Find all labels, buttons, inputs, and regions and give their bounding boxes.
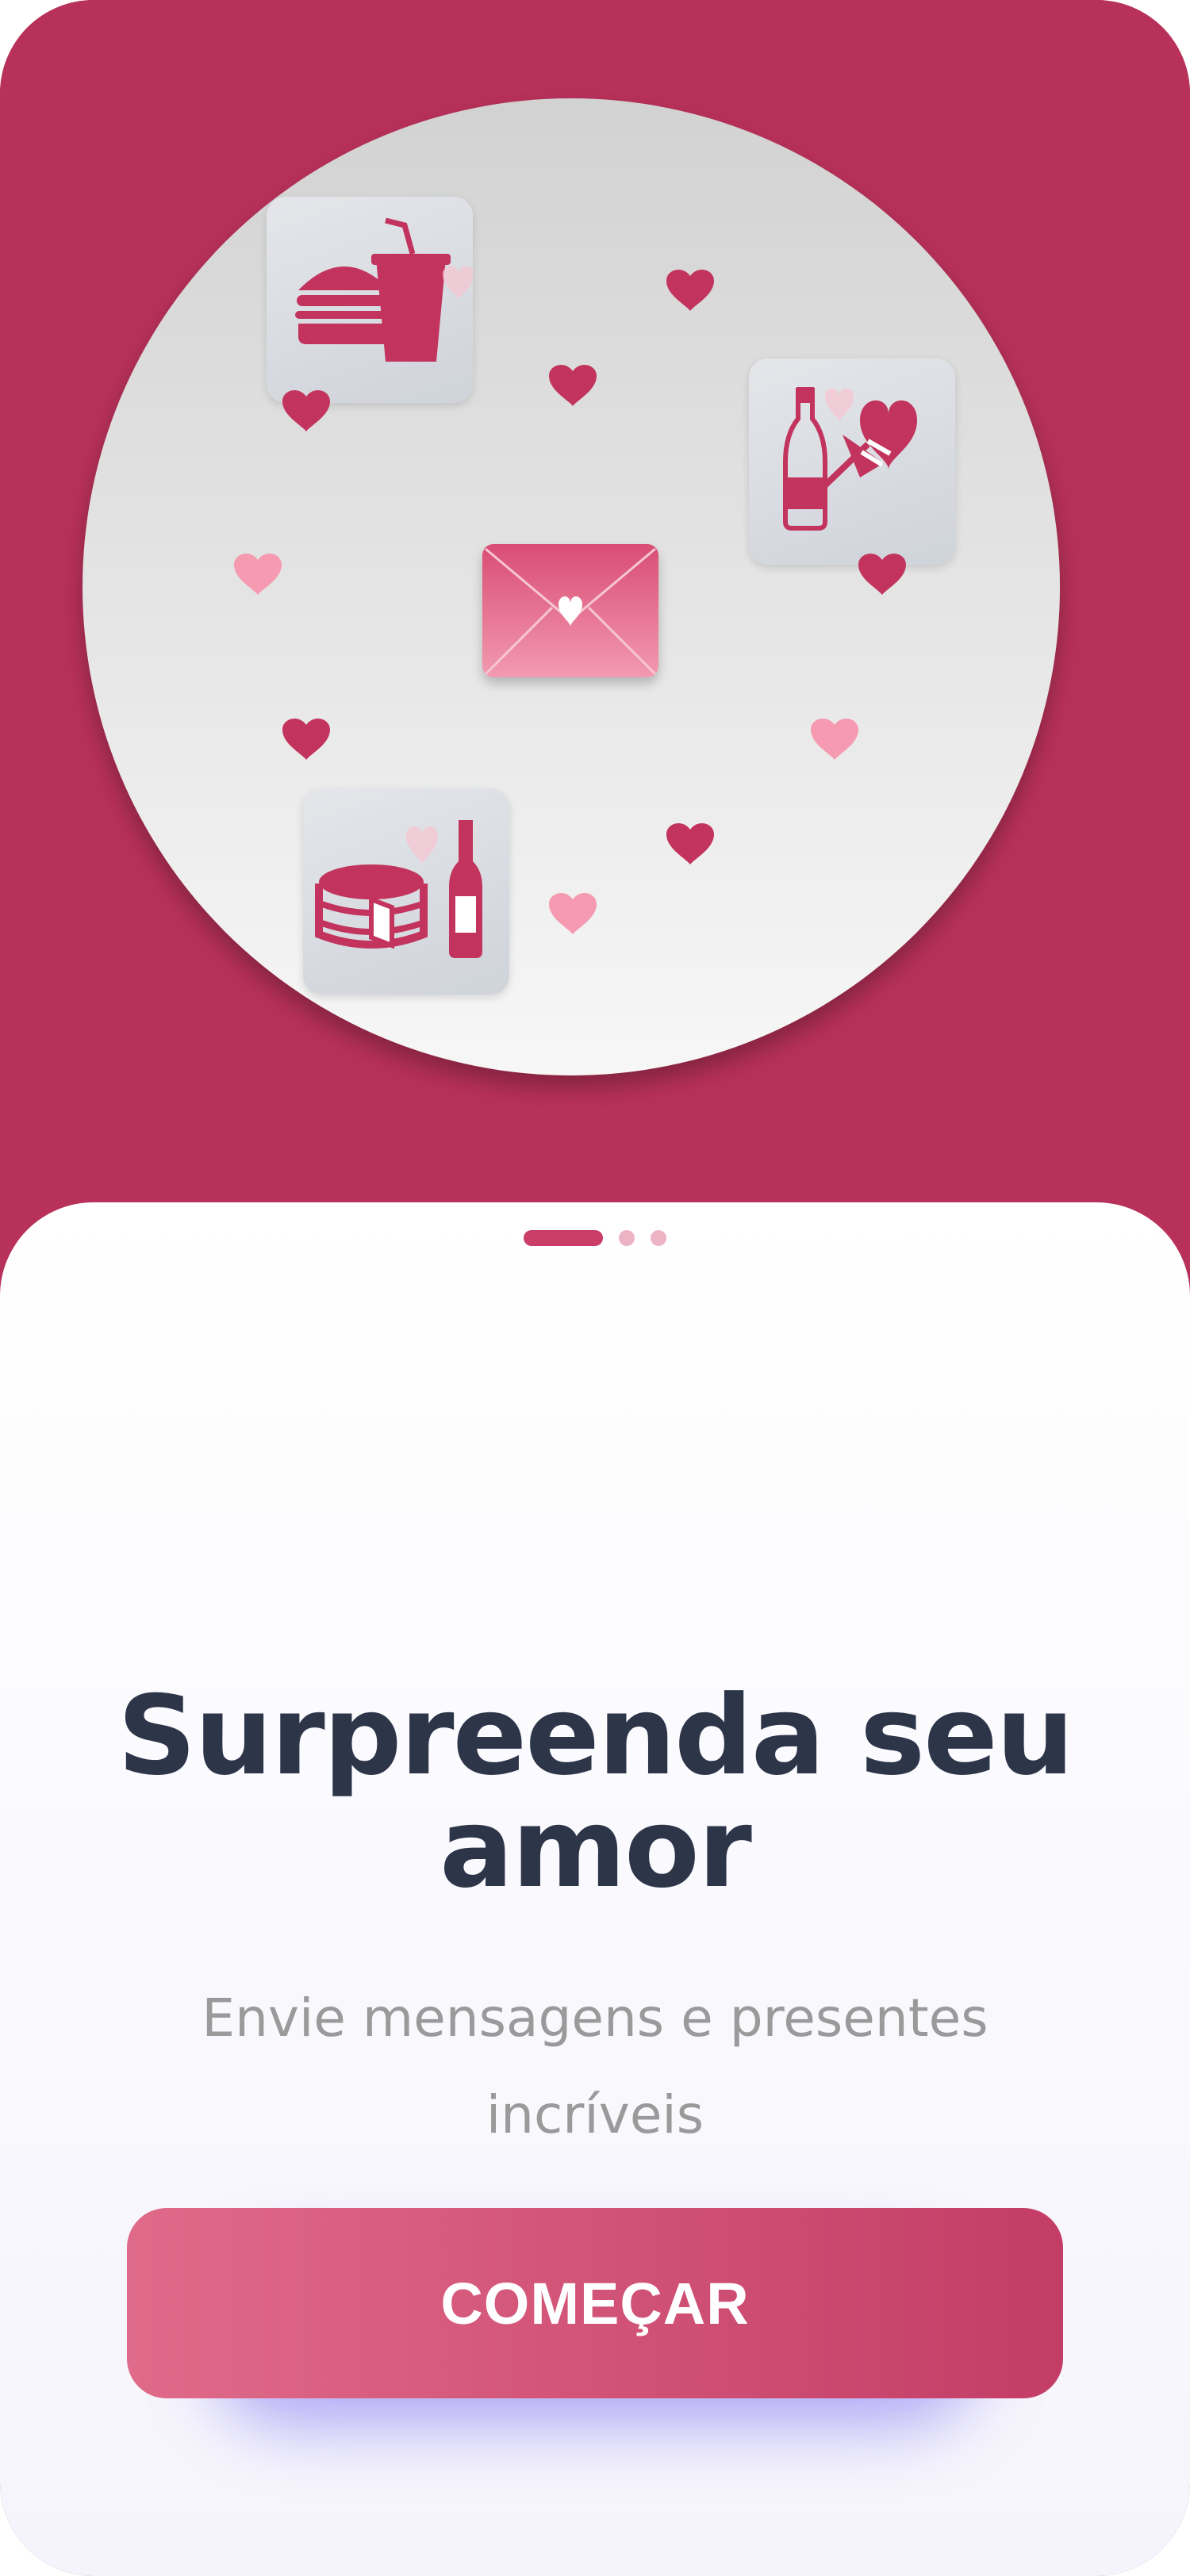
page-indicator — [0, 1230, 1190, 1246]
page-dot[interactable] — [619, 1230, 635, 1246]
food-drink-icon — [267, 197, 473, 403]
start-button[interactable]: COMEÇAR — [127, 2208, 1063, 2398]
cake-wine-icon — [303, 788, 509, 995]
heart-icon — [547, 362, 598, 408]
love-letter-icon — [482, 544, 658, 677]
illustration-plate — [83, 98, 1060, 1075]
onboarding-screen: Surpreenda seu amor Envie mensagens e pr… — [0, 0, 1190, 2576]
heart-icon — [809, 715, 860, 761]
page-dot-active[interactable] — [524, 1230, 603, 1246]
heart-icon — [281, 387, 332, 433]
onboarding-subtitle: Envie mensagens e presentes incríveis — [202, 1988, 988, 2145]
onboarding-title: Surpreenda seu amor — [117, 1672, 1074, 1912]
heart-icon — [281, 715, 332, 761]
page-dot[interactable] — [651, 1230, 666, 1246]
heart-icon — [547, 890, 598, 936]
champagne-flowers-icon — [749, 358, 955, 565]
heart-icon — [232, 550, 283, 596]
heart-icon — [665, 820, 716, 866]
heart-icon — [665, 266, 716, 312]
hero-illustration — [0, 0, 1190, 1237]
heart-icon — [857, 550, 908, 596]
